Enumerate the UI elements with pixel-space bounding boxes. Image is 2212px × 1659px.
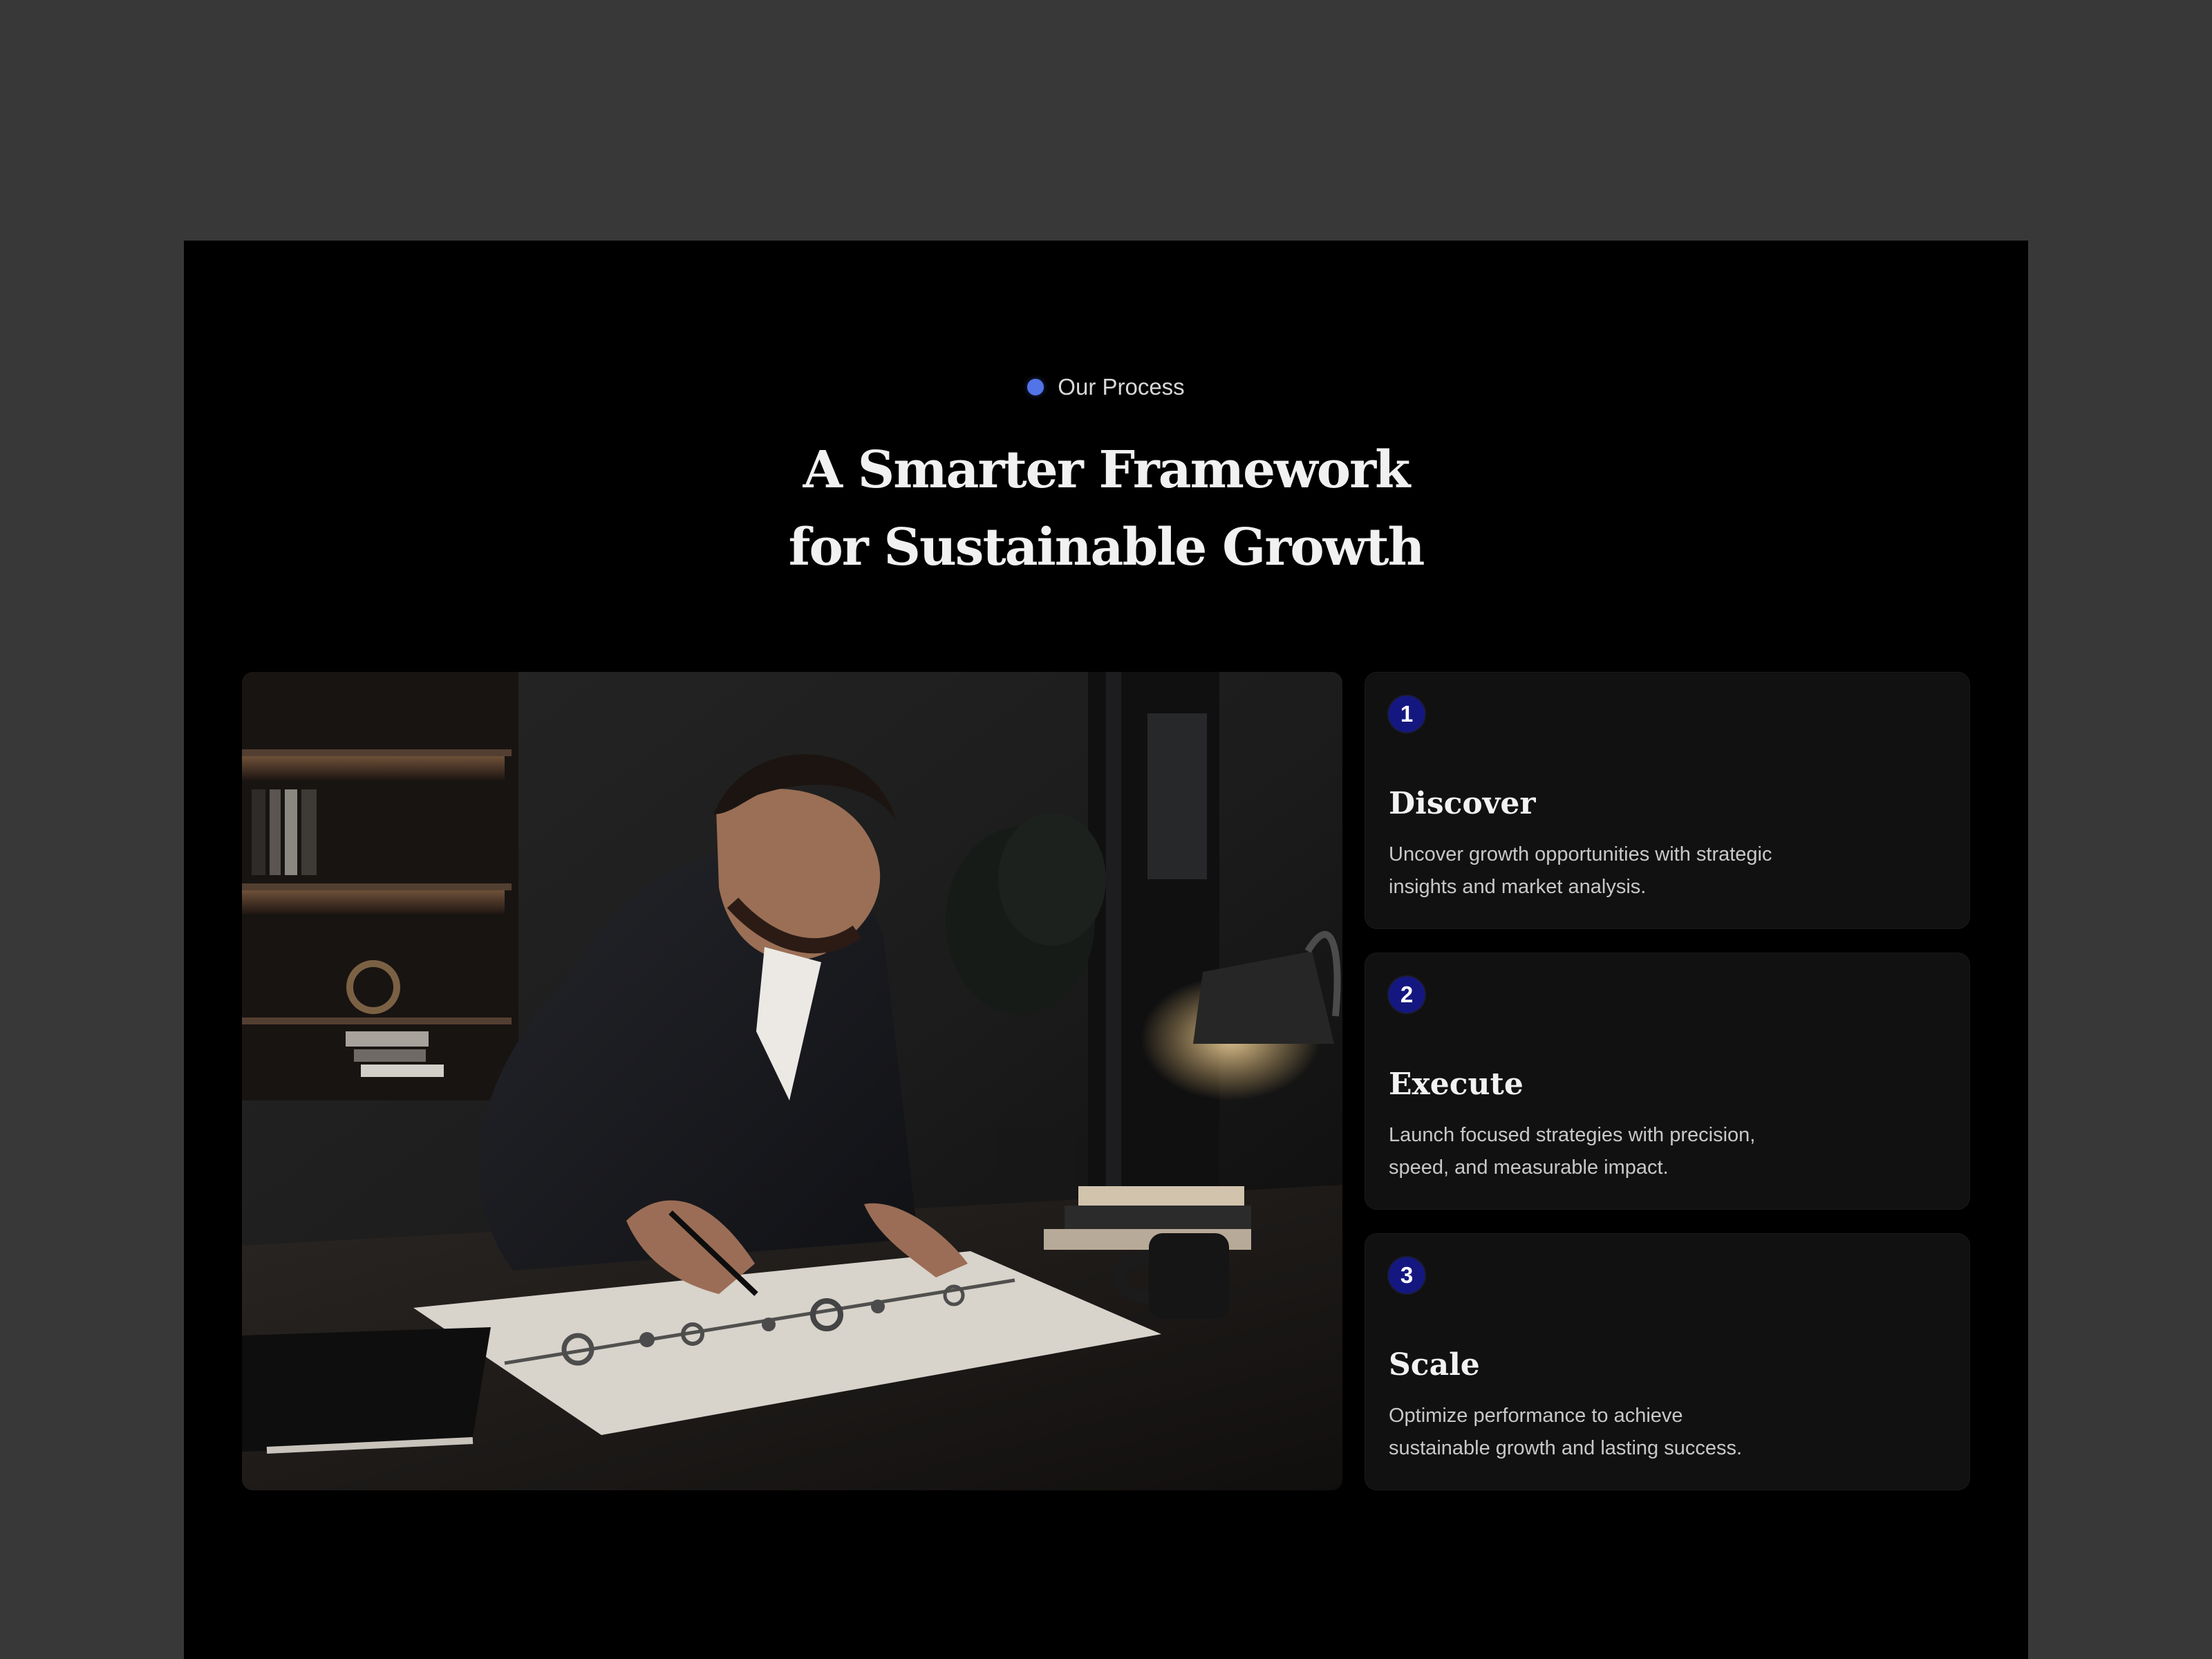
step-description: Launch focused strategies with precision… xyxy=(1389,1124,1756,1179)
step-number-badge: 2 xyxy=(1389,977,1425,1013)
shelf-line xyxy=(242,1018,512,1024)
book-icon xyxy=(270,789,281,875)
headline-line-1: A Smarter Framework xyxy=(803,440,1411,500)
eyebrow-label: Our Process xyxy=(1058,374,1185,400)
roadmap-node-icon xyxy=(871,1300,885,1313)
step-title: Scale xyxy=(1389,1347,1480,1382)
process-steps: 1 Discover Uncover growth opportunities … xyxy=(1365,672,1970,1490)
step-card-scale: 3 Scale Optimize performance to achieve … xyxy=(1365,1233,1970,1490)
book-stack-icon xyxy=(346,1031,429,1047)
step-card-discover: 1 Discover Uncover growth opportunities … xyxy=(1365,672,1970,929)
shelf-light xyxy=(242,756,505,780)
step-description: Optimize performance to achieve sustaina… xyxy=(1389,1405,1743,1459)
book-stack-icon xyxy=(354,1049,426,1062)
section-eyebrow: Our Process xyxy=(0,371,2212,404)
shelf-line xyxy=(242,749,512,756)
headline-line-2: for Sustainable Growth xyxy=(788,518,1425,577)
desk-book-icon xyxy=(1065,1206,1251,1229)
accent-dot-icon xyxy=(1027,379,1044,395)
city-light-icon xyxy=(1147,713,1207,879)
step-number-badge: 3 xyxy=(1389,1257,1425,1293)
closed-notebook xyxy=(242,1327,491,1452)
planning-illustration xyxy=(242,672,1342,1490)
roadmap-node-icon xyxy=(762,1318,776,1331)
book-icon xyxy=(301,789,317,875)
book-icon xyxy=(252,789,265,875)
desk-book-icon xyxy=(1078,1186,1244,1206)
step-title: Discover xyxy=(1389,786,1536,821)
shelf-light xyxy=(242,890,505,914)
shelf-line xyxy=(242,883,512,890)
coffee-mug-icon xyxy=(1149,1233,1229,1319)
process-planning-photo xyxy=(242,672,1342,1490)
step-number-badge: 1 xyxy=(1389,696,1425,732)
step-title: Execute xyxy=(1389,1067,1524,1102)
step-description: Uncover growth opportunities with strate… xyxy=(1389,843,1772,898)
book-icon xyxy=(285,789,297,875)
plant-leaves xyxy=(998,813,1106,946)
step-card-execute: 2 Execute Launch focused strategies with… xyxy=(1365,953,1970,1210)
section-headline: A Smarter Framework for Sustainable Grow… xyxy=(0,431,2212,586)
book-stack-icon xyxy=(361,1065,444,1077)
roadmap-node-icon xyxy=(639,1332,655,1347)
